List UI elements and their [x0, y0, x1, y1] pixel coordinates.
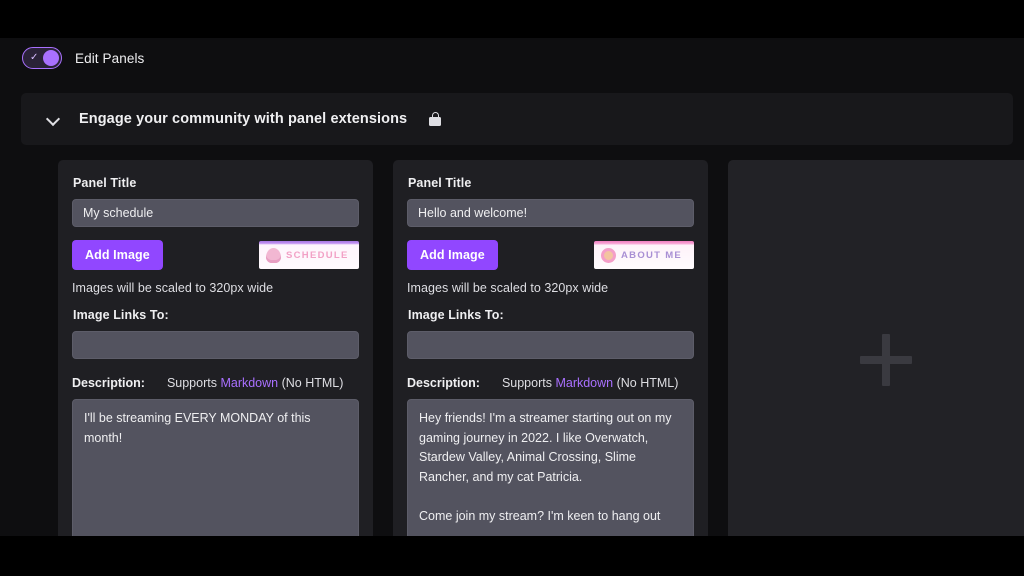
description-hint: Supports Markdown (No HTML): [502, 376, 678, 390]
plus-icon: [859, 334, 912, 386]
image-controls-row: Add Image SCHEDULE: [72, 240, 359, 270]
add-image-button[interactable]: Add Image: [72, 240, 163, 270]
description-hint-suffix: (No HTML): [278, 376, 344, 390]
markdown-link[interactable]: Markdown: [555, 376, 613, 390]
panel-title-input[interactable]: My schedule: [72, 199, 359, 227]
description-textarea[interactable]: I'll be streaming EVERY MONDAY of this m…: [72, 399, 359, 536]
page-content: ✓ Edit Panels Engage your community with…: [0, 38, 1024, 536]
cake-icon: [266, 247, 281, 263]
image-links-to-label: Image Links To:: [73, 308, 169, 322]
edit-panels-label: Edit Panels: [75, 50, 145, 66]
letterbox-bottom: [0, 536, 1024, 576]
panel-image-thumbnail[interactable]: SCHEDULE: [259, 241, 359, 269]
donut-icon: [601, 247, 616, 263]
description-row: Description: Supports Markdown (No HTML): [72, 376, 359, 390]
thumbnail-text: SCHEDULE: [286, 249, 349, 261]
description-label: Description:: [407, 376, 480, 390]
description-textarea[interactable]: Hey friends! I'm a streamer starting out…: [407, 399, 694, 536]
description-row: Description: Supports Markdown (No HTML): [407, 376, 694, 390]
thumbnail-text: ABOUT ME: [621, 249, 683, 261]
image-controls-row: Add Image ABOUT ME: [407, 240, 694, 270]
description-hint-suffix: (No HTML): [613, 376, 679, 390]
screen: ✓ Edit Panels Engage your community with…: [0, 0, 1024, 576]
panel-card: Panel Title My schedule Add Image SCHEDU…: [58, 160, 373, 536]
panel-card: Panel Title Hello and welcome! Add Image…: [393, 160, 708, 536]
add-panel-button[interactable]: [728, 160, 1024, 536]
toggle-knob: [43, 50, 59, 66]
letterbox-top: [0, 0, 1024, 38]
image-scale-hint: Images will be scaled to 320px wide: [72, 281, 274, 295]
edit-panels-toggle-row: ✓ Edit Panels: [22, 47, 144, 69]
image-links-to-label: Image Links To:: [408, 308, 504, 322]
panel-title-input[interactable]: Hello and welcome!: [407, 199, 694, 227]
image-links-to-input[interactable]: [407, 331, 694, 359]
add-image-button[interactable]: Add Image: [407, 240, 498, 270]
panels-row: Panel Title My schedule Add Image SCHEDU…: [0, 160, 1024, 536]
check-icon: ✓: [30, 52, 39, 63]
markdown-link[interactable]: Markdown: [220, 376, 278, 390]
panel-extensions-section-header[interactable]: Engage your community with panel extensi…: [21, 93, 1013, 145]
panel-image-thumbnail[interactable]: ABOUT ME: [594, 241, 694, 269]
section-title: Engage your community with panel extensi…: [79, 111, 408, 127]
description-hint: Supports Markdown (No HTML): [167, 376, 343, 390]
description-hint-prefix: Supports: [166, 376, 221, 390]
edit-panels-toggle[interactable]: ✓: [22, 47, 62, 69]
description-label: Description:: [72, 376, 145, 390]
chevron-down-icon[interactable]: [47, 112, 61, 126]
image-scale-hint: Images will be scaled to 320px wide: [407, 281, 609, 295]
description-hint-prefix: Supports: [501, 376, 556, 390]
panel-title-label: Panel Title: [73, 176, 137, 190]
lock-icon: [429, 112, 442, 126]
image-links-to-input[interactable]: [72, 331, 359, 359]
panel-title-label: Panel Title: [408, 176, 472, 190]
